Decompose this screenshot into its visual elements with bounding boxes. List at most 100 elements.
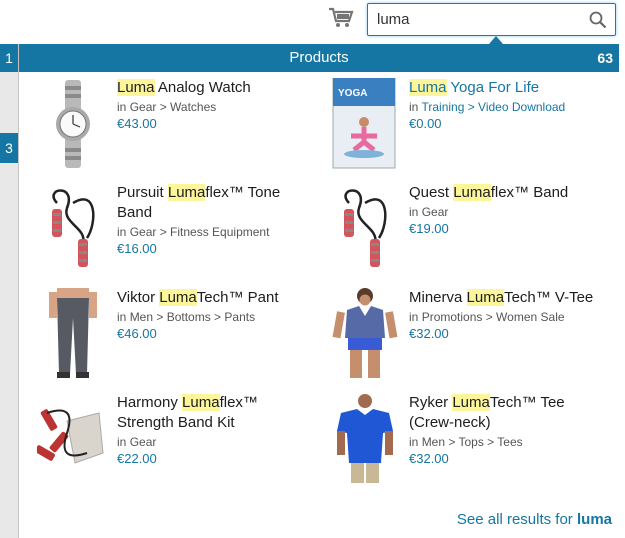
product-category: in Gear > Fitness Equipment bbox=[117, 224, 307, 240]
product-category: in Men > Tops > Tees bbox=[409, 434, 599, 450]
product-result-item[interactable]: YOGA Luma Yoga For Life in Training > Vide… bbox=[311, 77, 601, 178]
search-term-highlight: Luma bbox=[159, 289, 197, 306]
product-price: €22.00 bbox=[117, 451, 157, 466]
product-price: €16.00 bbox=[117, 241, 157, 256]
product-name-prefix: Viktor bbox=[117, 289, 160, 306]
see-all-label: See all results for bbox=[456, 511, 577, 528]
search-term-highlight: Luma bbox=[167, 184, 206, 201]
category-path: Men > Bottoms > Pants bbox=[129, 310, 256, 324]
search-term-highlight: Luma bbox=[466, 289, 505, 306]
header-bar bbox=[0, 0, 625, 44]
product-thumbnail[interactable] bbox=[37, 288, 109, 380]
product-result-item[interactable]: Minerva LumaTech™ V-Tee in Promotions > W… bbox=[311, 288, 601, 388]
popup-header: Products 63 bbox=[19, 44, 619, 72]
product-result-item[interactable]: Harmony Lumaflex™ Strength Band Kit in Ge… bbox=[19, 393, 309, 493]
product-name-suffix: Tech™ Pant bbox=[196, 289, 279, 306]
product-price: €32.00 bbox=[409, 326, 449, 341]
product-name[interactable]: Luma Yoga For Life bbox=[409, 78, 599, 98]
product-name-prefix: Harmony bbox=[117, 394, 183, 411]
category-path: Gear bbox=[421, 205, 449, 219]
product-info: Minerva LumaTech™ V-Tee in Promotions > W… bbox=[409, 288, 599, 342]
category-path: Promotions > Women Sale bbox=[421, 310, 565, 324]
product-info: Luma Analog Watch in Gear > Watches €43.00 bbox=[117, 78, 307, 132]
search-term-highlight: Luma bbox=[409, 79, 447, 96]
product-category: in Gear > Watches bbox=[117, 99, 307, 115]
search-term-highlight: Luma bbox=[117, 79, 155, 96]
product-name[interactable]: Harmony Lumaflex™ Strength Band Kit bbox=[117, 393, 307, 433]
product-price: €19.00 bbox=[409, 221, 449, 236]
result-count: 63 bbox=[597, 50, 613, 66]
category-path[interactable]: Training > Video Download bbox=[421, 100, 565, 114]
search-term-highlight: Luma bbox=[453, 184, 491, 201]
category-prefix: in bbox=[409, 100, 422, 114]
search-input[interactable] bbox=[368, 4, 615, 35]
product-price: €0.00 bbox=[409, 116, 442, 131]
product-result-item[interactable]: Luma Analog Watch in Gear > Watches €43.00 bbox=[19, 78, 309, 178]
category-prefix: in bbox=[117, 310, 130, 324]
background-tab-1: 1 bbox=[0, 44, 18, 72]
product-thumbnail[interactable]: YOGA bbox=[329, 77, 401, 170]
product-name[interactable]: Quest Lumaflex™ Band bbox=[409, 183, 599, 203]
product-category: in Promotions > Women Sale bbox=[409, 309, 599, 325]
product-name-prefix: Pursuit bbox=[117, 184, 168, 201]
product-name[interactable]: Ryker LumaTech™ Tee (Crew-neck) bbox=[409, 393, 599, 433]
product-name[interactable]: Minerva LumaTech™ V-Tee bbox=[409, 288, 599, 308]
product-info: Pursuit Lumaflex™ Tone Band in Gear > Fit… bbox=[117, 183, 307, 257]
svg-text:YOGA: YOGA bbox=[338, 88, 367, 99]
category-prefix: in bbox=[117, 225, 130, 239]
search-term-highlight: Luma bbox=[452, 394, 490, 411]
category-prefix: in bbox=[409, 205, 422, 219]
product-category: in Training > Video Download bbox=[409, 99, 599, 115]
category-path: Gear bbox=[129, 435, 157, 449]
product-thumbnail[interactable] bbox=[37, 183, 109, 275]
product-price: €46.00 bbox=[117, 326, 157, 341]
category-path: Gear > Fitness Equipment bbox=[129, 225, 270, 239]
category-path: Men > Tops > Tees bbox=[421, 435, 523, 449]
product-name-prefix: Quest bbox=[409, 184, 454, 201]
product-name-suffix: Yoga For Life bbox=[446, 79, 540, 96]
search-box bbox=[367, 3, 616, 36]
product-info: Ryker LumaTech™ Tee (Crew-neck) in Men > … bbox=[409, 393, 599, 467]
product-category: in Gear bbox=[117, 434, 307, 450]
product-name-suffix: Analog Watch bbox=[154, 79, 251, 96]
category-prefix: in bbox=[409, 435, 422, 449]
category-prefix: in bbox=[409, 310, 422, 324]
product-result-item[interactable]: Ryker LumaTech™ Tee (Crew-neck) in Men > … bbox=[311, 393, 601, 493]
product-info: Quest Lumaflex™ Band in Gear €19.00 bbox=[409, 183, 599, 237]
search-icon[interactable] bbox=[589, 11, 607, 29]
background-tab-3: 3 bbox=[0, 133, 18, 163]
product-result-item[interactable]: Viktor LumaTech™ Pant in Men > Bottoms > … bbox=[19, 288, 309, 388]
product-price: €43.00 bbox=[117, 116, 157, 131]
see-all-term: luma bbox=[576, 511, 612, 528]
product-name-suffix: Tech™ V-Tee bbox=[504, 289, 594, 306]
popup-title: Products bbox=[289, 49, 349, 66]
product-info: Harmony Lumaflex™ Strength Band Kit in Ge… bbox=[117, 393, 307, 467]
product-result-item[interactable]: Quest Lumaflex™ Band in Gear €19.00 bbox=[311, 183, 601, 283]
product-name[interactable]: Viktor LumaTech™ Pant bbox=[117, 288, 307, 308]
shopping-cart-icon[interactable] bbox=[328, 5, 354, 31]
product-thumbnail[interactable] bbox=[329, 393, 401, 485]
category-prefix: in bbox=[117, 435, 130, 449]
product-name-prefix: Minerva bbox=[409, 289, 467, 306]
product-price: €32.00 bbox=[409, 451, 449, 466]
category-prefix: in bbox=[117, 100, 130, 114]
product-thumbnail[interactable] bbox=[37, 78, 109, 170]
background-page: 1 3 bbox=[0, 44, 18, 538]
product-info: Viktor LumaTech™ Pant in Men > Bottoms > … bbox=[117, 288, 307, 342]
product-category: in Men > Bottoms > Pants bbox=[117, 309, 307, 325]
dropdown-caret bbox=[489, 36, 503, 44]
product-info: Luma Yoga For Life in Training > Video Do… bbox=[409, 78, 599, 132]
search-autocomplete-popup: Products 63 Luma Analog Watch in Gear > W… bbox=[18, 44, 619, 538]
product-thumbnail[interactable] bbox=[329, 183, 401, 275]
product-category: in Gear bbox=[409, 204, 599, 220]
see-all-results-link[interactable]: See all results for luma bbox=[457, 511, 612, 528]
product-name[interactable]: Luma Analog Watch bbox=[117, 78, 307, 98]
product-name-prefix: Ryker bbox=[409, 394, 453, 411]
product-result-item[interactable]: Pursuit Lumaflex™ Tone Band in Gear > Fit… bbox=[19, 183, 309, 283]
product-name-suffix: flex™ Band bbox=[490, 184, 569, 201]
product-thumbnail[interactable] bbox=[35, 393, 109, 485]
category-path: Gear > Watches bbox=[129, 100, 217, 114]
product-name[interactable]: Pursuit Lumaflex™ Tone Band bbox=[117, 183, 307, 223]
search-term-highlight: Luma bbox=[182, 394, 220, 411]
product-thumbnail[interactable] bbox=[329, 288, 401, 380]
